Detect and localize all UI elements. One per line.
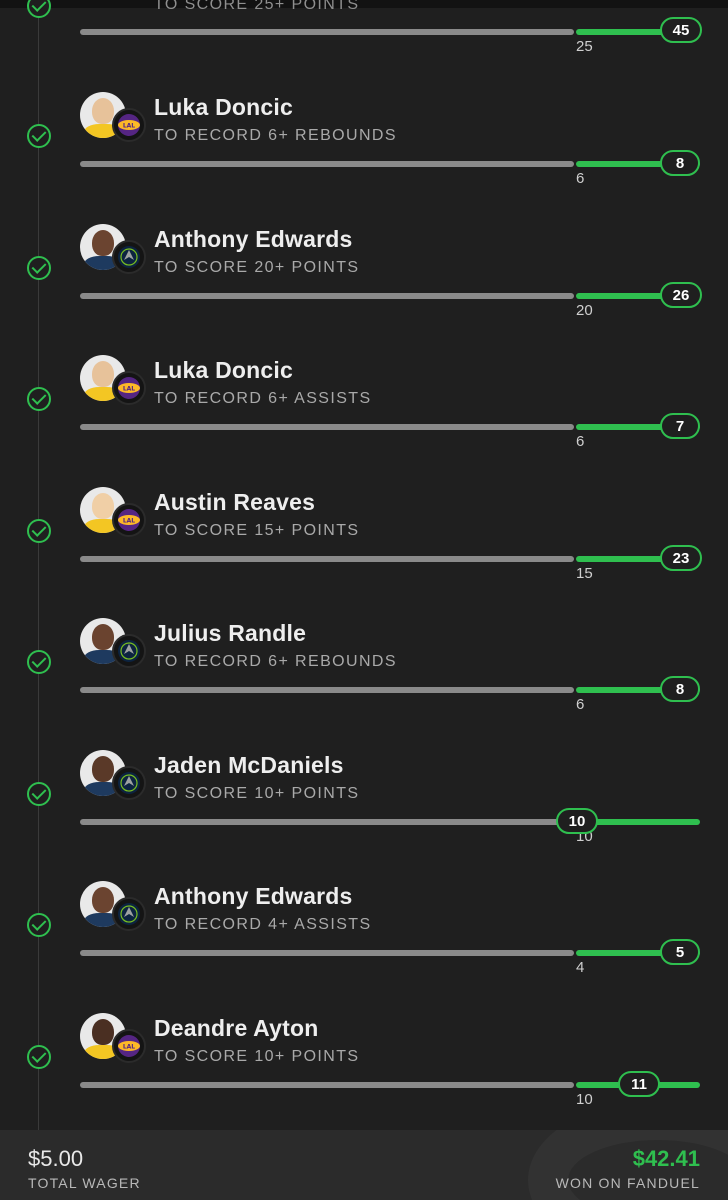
check-circle-icon (27, 387, 51, 411)
won-amount: $42.41 (632, 1146, 700, 1171)
check-circle-icon (27, 519, 51, 543)
progress-track (80, 424, 574, 430)
won-label: WON ON FANDUEL (555, 1175, 700, 1191)
timberwolves-logo-icon (112, 240, 146, 274)
check-circle-icon (27, 1045, 51, 1069)
actual-value-pill: 11 (618, 1071, 660, 1097)
parlay-leg: LAL Deandre Ayton TO SCORE 10+ POINTS 10 11 (0, 1009, 728, 1140)
target-value: 20 (576, 302, 593, 319)
player-name: Anthony Edwards (154, 883, 353, 909)
target-value: 15 (576, 565, 593, 582)
parlay-leg: LAL Luka Doncic TO RECORD 6+ ASSISTS 6 7 (0, 351, 728, 482)
parlay-leg: LAL Luka Doncic TO RECORD 6+ REBOUNDS 6 8 (0, 88, 728, 219)
progress-track (80, 1082, 574, 1088)
parlay-leg: Anthony Edwards TO RECORD 4+ ASSISTS 4 5 (0, 877, 728, 1008)
prop-text: TO SCORE 10+ POINTS (154, 1048, 360, 1065)
check-circle-icon (27, 782, 51, 806)
prop-text: TO RECORD 6+ ASSISTS (154, 390, 372, 407)
target-value: 25 (576, 38, 593, 55)
target-value: 4 (576, 959, 585, 976)
timberwolves-logo-icon (112, 634, 146, 668)
total-wager-amount: $5.00 (28, 1146, 84, 1171)
progress-track (80, 687, 574, 693)
player-name: Jaden McDaniels (154, 752, 344, 778)
target-value: 10 (576, 1091, 593, 1108)
actual-value-pill: 7 (660, 413, 700, 439)
progress-track (80, 161, 574, 167)
actual-value-pill: 8 (660, 150, 700, 176)
target-value: 6 (576, 696, 585, 713)
lakers-logo-icon: LAL (112, 371, 146, 405)
timberwolves-logo-icon (112, 897, 146, 931)
svg-text:LAL: LAL (123, 386, 135, 393)
target-value: 6 (576, 170, 585, 187)
progress-track (80, 819, 580, 825)
actual-value-pill: 8 (660, 676, 700, 702)
timberwolves-logo-icon (112, 766, 146, 800)
prop-text: TO SCORE 25+ POINTS (154, 0, 360, 13)
actual-value-pill: 10 (556, 808, 598, 834)
parlay-leg: Jaden McDaniels TO SCORE 10+ POINTS 10 10 (0, 746, 728, 877)
prop-text: TO SCORE 15+ POINTS (154, 522, 360, 539)
svg-text:LAL: LAL (123, 518, 135, 525)
check-circle-icon (27, 0, 51, 18)
svg-text:LAL: LAL (123, 123, 135, 130)
player-name: Anthony Edwards (154, 226, 353, 252)
actual-value-pill: 26 (660, 282, 702, 308)
check-circle-icon (27, 913, 51, 937)
leg-partial: TO SCORE 25+ POINTS 25 45 (0, 0, 728, 55)
player-name: Luka Doncic (154, 94, 293, 120)
parlay-leg: Julius Randle TO RECORD 6+ REBOUNDS 6 8 (0, 614, 728, 745)
parlay-leg: Anthony Edwards TO SCORE 20+ POINTS 20 26 (0, 220, 728, 351)
progress-track (80, 29, 574, 35)
check-circle-icon (27, 256, 51, 280)
svg-text:LAL: LAL (123, 1044, 135, 1051)
prop-text: TO RECORD 6+ REBOUNDS (154, 653, 397, 670)
check-circle-icon (27, 124, 51, 148)
target-value: 6 (576, 433, 585, 450)
lakers-logo-icon: LAL (112, 108, 146, 142)
progress-track (80, 950, 574, 956)
lakers-logo-icon: LAL (112, 1029, 146, 1063)
player-name: Julius Randle (154, 620, 307, 646)
parlay-leg: LAL Austin Reaves TO SCORE 15+ POINTS 15 23 (0, 483, 728, 614)
wager-footer: $5.00 TOTAL WAGER $42.41 WON ON FANDUEL (0, 1130, 728, 1200)
actual-value-pill: 5 (660, 939, 700, 965)
prop-text: TO SCORE 20+ POINTS (154, 259, 360, 276)
player-name: Luka Doncic (154, 357, 293, 383)
progress-track (80, 293, 574, 299)
player-name: Deandre Ayton (154, 1015, 319, 1041)
actual-value-pill: 23 (660, 545, 702, 571)
prop-text: TO RECORD 6+ REBOUNDS (154, 127, 397, 144)
progress-track (80, 556, 574, 562)
prop-text: TO SCORE 10+ POINTS (154, 785, 360, 802)
lakers-logo-icon: LAL (112, 503, 146, 537)
player-name: Austin Reaves (154, 489, 316, 515)
actual-value-pill: 45 (660, 17, 702, 43)
prop-text: TO RECORD 4+ ASSISTS (154, 916, 372, 933)
check-circle-icon (27, 650, 51, 674)
total-wager-label: TOTAL WAGER (28, 1175, 141, 1191)
